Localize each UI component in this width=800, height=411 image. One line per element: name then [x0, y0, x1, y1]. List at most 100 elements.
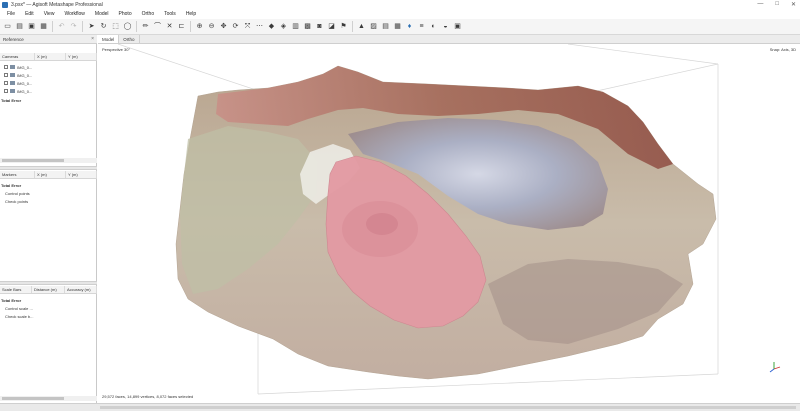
lower-ridge: [488, 259, 683, 344]
camera-icon[interactable]: ◙: [315, 22, 324, 31]
maximize-button[interactable]: □: [775, 1, 779, 8]
camera-label: IMG_0...: [17, 88, 33, 94]
column-x[interactable]: X (m): [35, 171, 66, 178]
checkbox[interactable]: [4, 73, 8, 77]
status-bar: [0, 403, 800, 411]
menu-edit[interactable]: Edit: [25, 11, 34, 17]
model-viewport[interactable]: Perspective 30° Snap: Axis, 3D 29,572 fa…: [98, 44, 800, 403]
menu-tools[interactable]: Tools: [164, 11, 176, 17]
markers-table-header: Markers X (m) Y (m): [0, 171, 97, 179]
solid-icon[interactable]: ▩: [303, 22, 312, 31]
menu-file[interactable]: File: [7, 11, 15, 17]
checkbox[interactable]: [4, 65, 8, 69]
open-project-icon[interactable]: ▤: [15, 22, 24, 31]
model-view-icon[interactable]: ▲: [357, 22, 366, 31]
new-project-icon[interactable]: ▭: [3, 22, 12, 31]
list-item[interactable]: Control scale ...: [0, 304, 97, 312]
zoom-in-icon[interactable]: ⊕: [195, 22, 204, 31]
app-logo-icon: [2, 1, 8, 8]
navigation-icon[interactable]: ➤: [87, 22, 96, 31]
window-title: 3.psx* — Agisoft Metashape Professional: [11, 1, 103, 8]
status-scrollbar[interactable]: [100, 406, 796, 409]
tab-ortho[interactable]: Ortho: [119, 35, 140, 43]
layers-icon[interactable]: ≡: [417, 22, 426, 31]
save-project-icon[interactable]: ▣: [27, 22, 36, 31]
window-controls: — □ ✕: [757, 1, 796, 8]
delete-selection-icon[interactable]: ✕: [165, 22, 174, 31]
undo-icon[interactable]: ↶: [57, 22, 66, 31]
close-button[interactable]: ✕: [791, 1, 796, 8]
crop-selection-icon[interactable]: ⊏: [177, 22, 186, 31]
camera-icon: [10, 65, 15, 69]
menu-help[interactable]: Help: [186, 11, 196, 17]
dense-cloud-icon[interactable]: ▨: [369, 22, 378, 31]
column-cameras[interactable]: Cameras: [0, 53, 35, 60]
menu-view[interactable]: View: [44, 11, 55, 17]
checkbox[interactable]: [4, 89, 8, 93]
move-object-icon[interactable]: ✥: [219, 22, 228, 31]
tab-model[interactable]: Model: [98, 35, 120, 43]
grid-icon[interactable]: ⋯: [255, 22, 264, 31]
table-row[interactable]: IMG_0...: [0, 87, 97, 95]
rotate-object-icon[interactable]: ⟳: [231, 22, 240, 31]
show-cameras-icon[interactable]: ◪: [327, 22, 336, 31]
scalebars-total-error: Total Error: [1, 297, 22, 303]
select-rectangle-icon[interactable]: ⬚: [111, 22, 120, 31]
column-markers[interactable]: Markers: [0, 171, 35, 178]
reference-panel: Reference × Cameras X (m) Y (m) IMG_0...…: [0, 35, 97, 403]
shading-icon[interactable]: ◆: [267, 22, 276, 31]
menu-ortho[interactable]: Ortho: [142, 11, 155, 17]
list-item[interactable]: Check scale b...: [0, 312, 97, 320]
camera-icon: [10, 89, 15, 93]
reset-view-icon[interactable]: ⤧: [243, 22, 252, 31]
panel-divider[interactable]: [0, 281, 97, 285]
column-scale-bars[interactable]: Scale Bars: [0, 286, 32, 293]
cameras-scrollbar[interactable]: [0, 158, 97, 163]
view-tabs: Model Ortho: [98, 35, 800, 44]
scalebars-scrollbar[interactable]: [0, 396, 97, 401]
table-row[interactable]: IMG_0...: [0, 79, 97, 87]
menu-workflow[interactable]: Workflow: [64, 11, 84, 17]
print-icon[interactable]: ▦: [39, 22, 48, 31]
list-item[interactable]: Control points: [0, 189, 97, 197]
list-item[interactable]: Check points: [0, 197, 97, 205]
snap-label: Snap: Axis, 3D: [769, 47, 796, 52]
image-icon[interactable]: ▣: [453, 22, 462, 31]
ruler-icon[interactable]: ✏: [141, 22, 150, 31]
model-render[interactable]: [98, 44, 800, 403]
shapes-icon[interactable]: ♦: [405, 22, 414, 31]
camera-label: IMG_0...: [17, 72, 33, 78]
toolbar-separator: [352, 21, 353, 32]
shaded-mode-icon[interactable]: ◐: [429, 22, 438, 31]
panel-divider[interactable]: [0, 166, 97, 170]
column-y[interactable]: Y (m): [66, 53, 97, 60]
texture-icon[interactable]: ▥: [291, 22, 300, 31]
scrollbar-thumb[interactable]: [2, 159, 64, 162]
dem-icon[interactable]: ▦: [393, 22, 402, 31]
menu-photo[interactable]: Photo: [119, 11, 132, 17]
close-icon[interactable]: ×: [91, 35, 94, 44]
column-accuracy[interactable]: Accuracy (m): [65, 286, 97, 293]
reference-panel-title: Reference ×: [0, 35, 97, 44]
camera-label: IMG_0...: [17, 80, 33, 86]
redo-icon[interactable]: ↷: [69, 22, 78, 31]
confidence-icon[interactable]: ◒: [441, 22, 450, 31]
column-y[interactable]: Y (m): [66, 171, 97, 178]
select-circle-icon[interactable]: ◯: [123, 22, 132, 31]
camera-label: IMG_0...: [17, 64, 33, 70]
column-x[interactable]: X (m): [35, 53, 66, 60]
tiled-model-icon[interactable]: ▤: [381, 22, 390, 31]
rotate-icon[interactable]: ↻: [99, 22, 108, 31]
draw-polyline-icon[interactable]: ⌒: [153, 22, 162, 31]
axis-gizmo-icon: [769, 362, 781, 373]
show-markers-icon[interactable]: ⚑: [339, 22, 348, 31]
wireframe-icon[interactable]: ◈: [279, 22, 288, 31]
checkbox[interactable]: [4, 81, 8, 85]
zoom-out-icon[interactable]: ⊖: [207, 22, 216, 31]
scrollbar-thumb[interactable]: [2, 397, 64, 400]
minimize-button[interactable]: —: [757, 1, 763, 8]
table-row[interactable]: IMG_0...: [0, 71, 97, 79]
column-distance[interactable]: Distance (m): [32, 286, 65, 293]
menu-model[interactable]: Model: [95, 11, 109, 17]
table-row[interactable]: IMG_0...: [0, 63, 97, 71]
